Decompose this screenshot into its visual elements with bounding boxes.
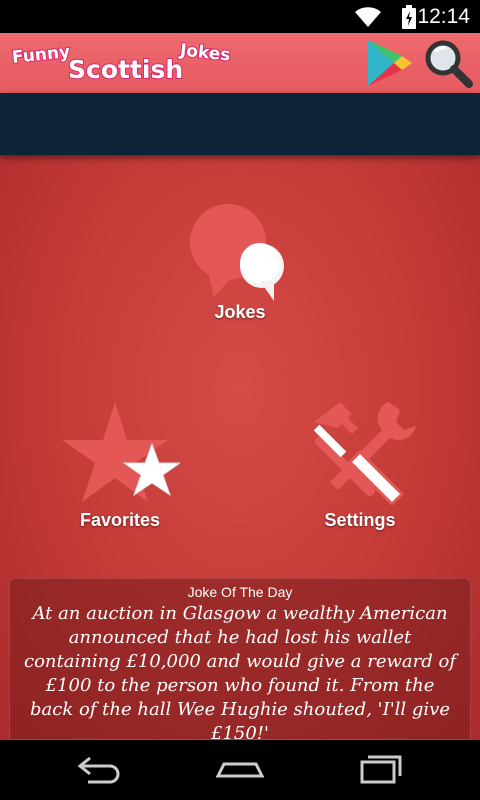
battery-icon — [402, 5, 416, 29]
status-clock: 12:14 — [417, 5, 470, 28]
settings-button[interactable]: Settings — [290, 400, 430, 530]
favorites-label: Favorites — [79, 510, 161, 530]
home-icon[interactable] — [210, 752, 270, 788]
action-bar: Funny Scottish Jokes — [0, 33, 480, 93]
tools-icon — [313, 402, 416, 507]
ad-banner[interactable] — [0, 93, 480, 155]
status-bar: 12:14 — [0, 0, 480, 33]
joke-of-the-day-panel[interactable]: Joke Of The Day At an auction in Glasgow… — [9, 578, 471, 740]
logo-word-1: Funny — [10, 41, 72, 69]
joke-of-the-day-text: At an auction in Glasgow a wealthy Ameri… — [24, 603, 456, 740]
joke-of-the-day-title: Joke Of The Day — [187, 584, 293, 600]
settings-label: Settings — [324, 510, 396, 530]
search-icon[interactable] — [422, 37, 474, 89]
google-play-icon[interactable] — [364, 37, 414, 89]
wifi-icon — [355, 7, 381, 27]
stars-icon — [62, 402, 182, 502]
speech-bubbles-icon — [190, 204, 284, 301]
logo-word-2: Scottish — [67, 54, 184, 85]
navigation-bar — [0, 740, 480, 800]
back-icon[interactable] — [70, 752, 130, 788]
jokes-button[interactable]: Jokes — [170, 197, 310, 327]
recent-apps-icon[interactable] — [350, 752, 410, 788]
favorites-button[interactable]: Favorites — [50, 400, 190, 530]
logo-word-3: Jokes — [178, 39, 232, 66]
app-logo[interactable]: Funny Scottish Jokes — [10, 39, 242, 89]
jokes-label: Jokes — [214, 302, 266, 322]
